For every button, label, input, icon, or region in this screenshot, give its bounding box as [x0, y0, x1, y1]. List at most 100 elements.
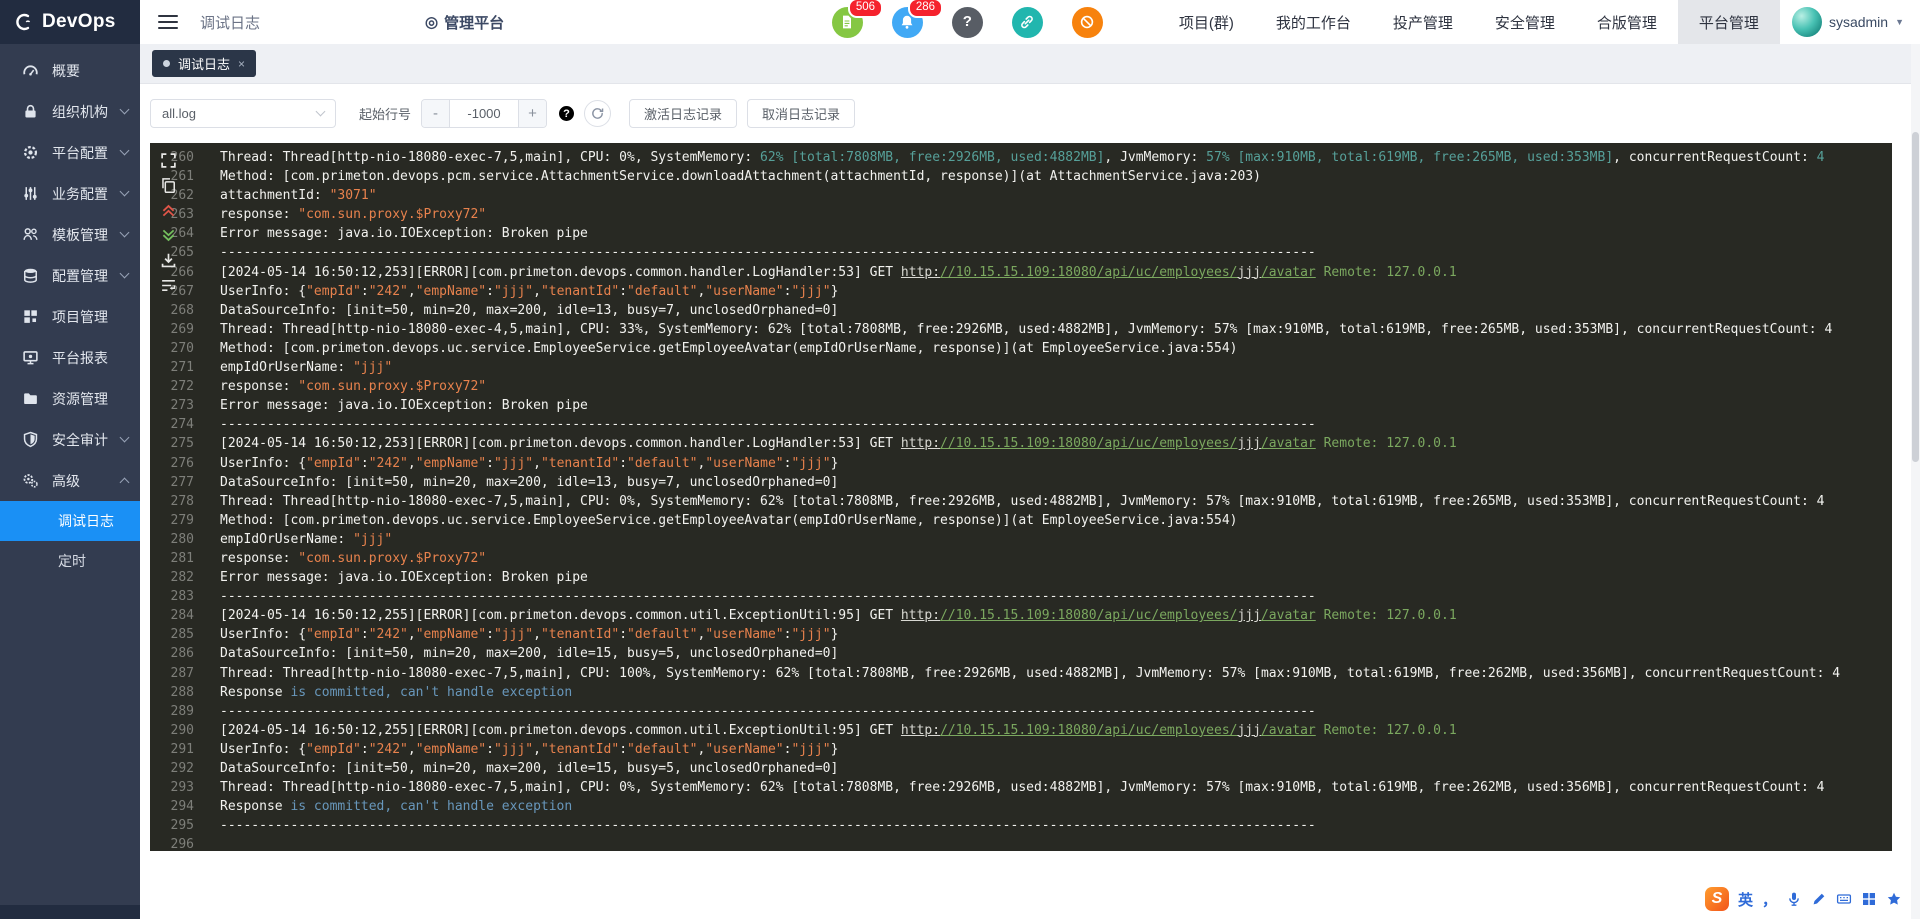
- refresh-button[interactable]: [584, 100, 612, 127]
- log-line: 277 DataSourceInfo: [init=50, min=20, max…: [150, 473, 1892, 492]
- tab-close-icon[interactable]: ×: [238, 57, 245, 71]
- header-nav-release-mgmt[interactable]: 合版管理: [1576, 0, 1678, 44]
- documents-button[interactable]: 506: [831, 0, 884, 38]
- sidebar-item-advanced[interactable]: 高级: [0, 460, 140, 501]
- sidebar-item-security-audit[interactable]: 安全审计: [0, 419, 140, 460]
- header-nav: 项目(群) 我的工作台 投产管理 安全管理 合版管理 平台管理: [1158, 0, 1780, 44]
- ime-items: 英，: [1738, 889, 1902, 910]
- log-line-text: ----------------------------------------…: [220, 818, 1316, 834]
- disable-debug-button[interactable]: [1071, 6, 1103, 38]
- user-menu[interactable]: sysadmin ▼: [1780, 7, 1920, 37]
- sidebar-item-business-config[interactable]: 业务配置: [0, 173, 140, 214]
- log-line-text: [2024-05-14 16:50:12,255][ERROR][com.pri…: [220, 722, 1457, 738]
- cancel-log-button[interactable]: 取消日志记录: [747, 99, 856, 128]
- log-line: 265 -------------------------------------…: [150, 243, 1892, 262]
- page-scrollbar[interactable]: [1911, 44, 1920, 919]
- log-line-text: Method: [com.primeton.devops.uc.service.…: [220, 340, 1238, 356]
- header-icon-buttons: 506 286?: [831, 0, 1103, 38]
- help-icon[interactable]: ?: [559, 106, 575, 121]
- sidebar-subitem-debug-log[interactable]: 调试日志: [0, 501, 140, 541]
- log-lines: 260 Thread: Thread[http-nio-18080-exec-7,…: [150, 143, 1892, 851]
- ime-handwriting-icon[interactable]: [1811, 891, 1827, 907]
- sidebar-item-overview[interactable]: 概要: [0, 50, 140, 91]
- log-line: 295 -------------------------------------…: [150, 816, 1892, 835]
- header-nav-workbench[interactable]: 我的工作台: [1255, 0, 1372, 44]
- scroll-top-icon[interactable]: [160, 202, 177, 219]
- database-icon: [22, 267, 39, 284]
- header-nav-projects[interactable]: 项目(群): [1158, 0, 1255, 44]
- tab-bar: 调试日志 ×: [140, 44, 1920, 84]
- sidebar-item-platform-config[interactable]: 平台配置: [0, 132, 140, 173]
- download-icon[interactable]: [160, 252, 177, 269]
- log-line-number: 280: [170, 531, 194, 547]
- log-line-number: 288: [170, 684, 194, 700]
- help-button[interactable]: ?: [951, 6, 983, 38]
- log-line: 263 response: "com.sun.proxy.$Proxy72": [150, 205, 1892, 224]
- sidebar-item-label: 项目管理: [52, 308, 108, 325]
- header-nav-platform-mgmt[interactable]: 平台管理: [1677, 0, 1780, 44]
- log-line-text: [2024-05-14 16:50:12,255][ERROR][com.pri…: [220, 608, 1457, 624]
- ime-lang[interactable]: 英: [1738, 889, 1753, 910]
- sidebar-item-project-mgmt[interactable]: 项目管理: [0, 296, 140, 337]
- sidebar-item-config-mgmt[interactable]: 配置管理: [0, 255, 140, 296]
- log-line: 273 Error message: java.io.IOException: B…: [150, 396, 1892, 415]
- log-line-number: 270: [170, 340, 194, 356]
- log-line-text: UserInfo: {"empId":"242","empName":"jjj"…: [220, 455, 839, 471]
- log-gutter: [156, 152, 180, 294]
- lock-icon: [22, 103, 39, 120]
- scroll-bottom-icon[interactable]: [160, 227, 177, 244]
- question-icon: ?: [962, 13, 972, 30]
- log-line-text: [2024-05-14 16:50:12,253][ERROR][com.pri…: [220, 264, 1457, 280]
- header-nav-security-mgmt[interactable]: 安全管理: [1474, 0, 1576, 44]
- platform-title: ◎ 管理平台: [425, 14, 505, 32]
- fullscreen-icon[interactable]: [160, 152, 177, 169]
- copy-icon[interactable]: [160, 177, 177, 194]
- activate-log-button[interactable]: 激活日志记录: [629, 99, 738, 128]
- links-button[interactable]: [1011, 6, 1043, 38]
- log-line-number: 278: [170, 493, 194, 509]
- wrap-lines-icon[interactable]: [160, 277, 177, 294]
- log-line: 274 -------------------------------------…: [150, 415, 1892, 434]
- notifications-button[interactable]: 286: [891, 0, 944, 38]
- start-line-stepper: - -1000 +: [421, 99, 548, 128]
- ime-logo[interactable]: S: [1704, 887, 1729, 911]
- header-nav-production-mgmt[interactable]: 投产管理: [1372, 0, 1474, 44]
- ime-punctuation[interactable]: ，: [1762, 889, 1777, 910]
- tab-debug-log[interactable]: 调试日志 ×: [152, 50, 257, 77]
- sidebar-item-resource-mgmt[interactable]: 资源管理: [0, 378, 140, 419]
- ime-toolbox-icon[interactable]: [1861, 891, 1877, 907]
- log-line-text: Thread: Thread[http-nio-18080-exec-7,5,m…: [220, 150, 1825, 165]
- start-line-input[interactable]: -1000: [450, 100, 518, 127]
- log-line-number: 279: [170, 512, 194, 528]
- avatar[interactable]: [1791, 7, 1822, 37]
- scrollbar-thumb[interactable]: [1912, 132, 1919, 462]
- log-line: 288 Response is committed, can't handle e…: [150, 683, 1892, 702]
- log-line-text: Thread: Thread[http-nio-18080-exec-4,5,m…: [220, 321, 1833, 337]
- app-logo[interactable]: DevOps: [0, 0, 140, 44]
- log-line: 272 response: "com.sun.proxy.$Proxy72": [150, 377, 1892, 396]
- sidebar-item-platform-report[interactable]: 平台报表: [0, 337, 140, 378]
- log-line: 296: [150, 835, 1892, 851]
- log-file-select[interactable]: all.log: [150, 99, 336, 128]
- grid-icon: [22, 308, 39, 325]
- prohibit-icon: [1079, 14, 1095, 30]
- sidebar-subitem-schedule[interactable]: 定时: [0, 541, 140, 581]
- ime-skin-icon[interactable]: [1886, 891, 1902, 907]
- gears-icon: [22, 472, 39, 489]
- log-line-text: ----------------------------------------…: [220, 245, 1316, 261]
- menu-toggle-icon[interactable]: [158, 11, 178, 33]
- log-line: 267 UserInfo: {"empId":"242","empName":"j…: [150, 282, 1892, 301]
- ime-keyboard-icon[interactable]: [1836, 891, 1852, 907]
- log-line-text: UserInfo: {"empId":"242","empName":"jjj"…: [220, 741, 839, 757]
- ime-toolbar: S 英，: [1704, 887, 1902, 911]
- decrement-button[interactable]: -: [422, 100, 451, 127]
- increment-button[interactable]: +: [518, 100, 547, 127]
- log-line-number: 286: [170, 646, 194, 662]
- chevron-up-icon: [119, 477, 130, 488]
- ime-mic-icon[interactable]: [1786, 891, 1802, 907]
- sidebar-item-organization[interactable]: 组织机构: [0, 91, 140, 132]
- log-line-number: 283: [170, 589, 194, 605]
- log-line-number: 294: [170, 799, 194, 815]
- log-line: 286 DataSourceInfo: [init=50, min=20, max…: [150, 644, 1892, 663]
- sidebar-item-template-mgmt[interactable]: 模板管理: [0, 214, 140, 255]
